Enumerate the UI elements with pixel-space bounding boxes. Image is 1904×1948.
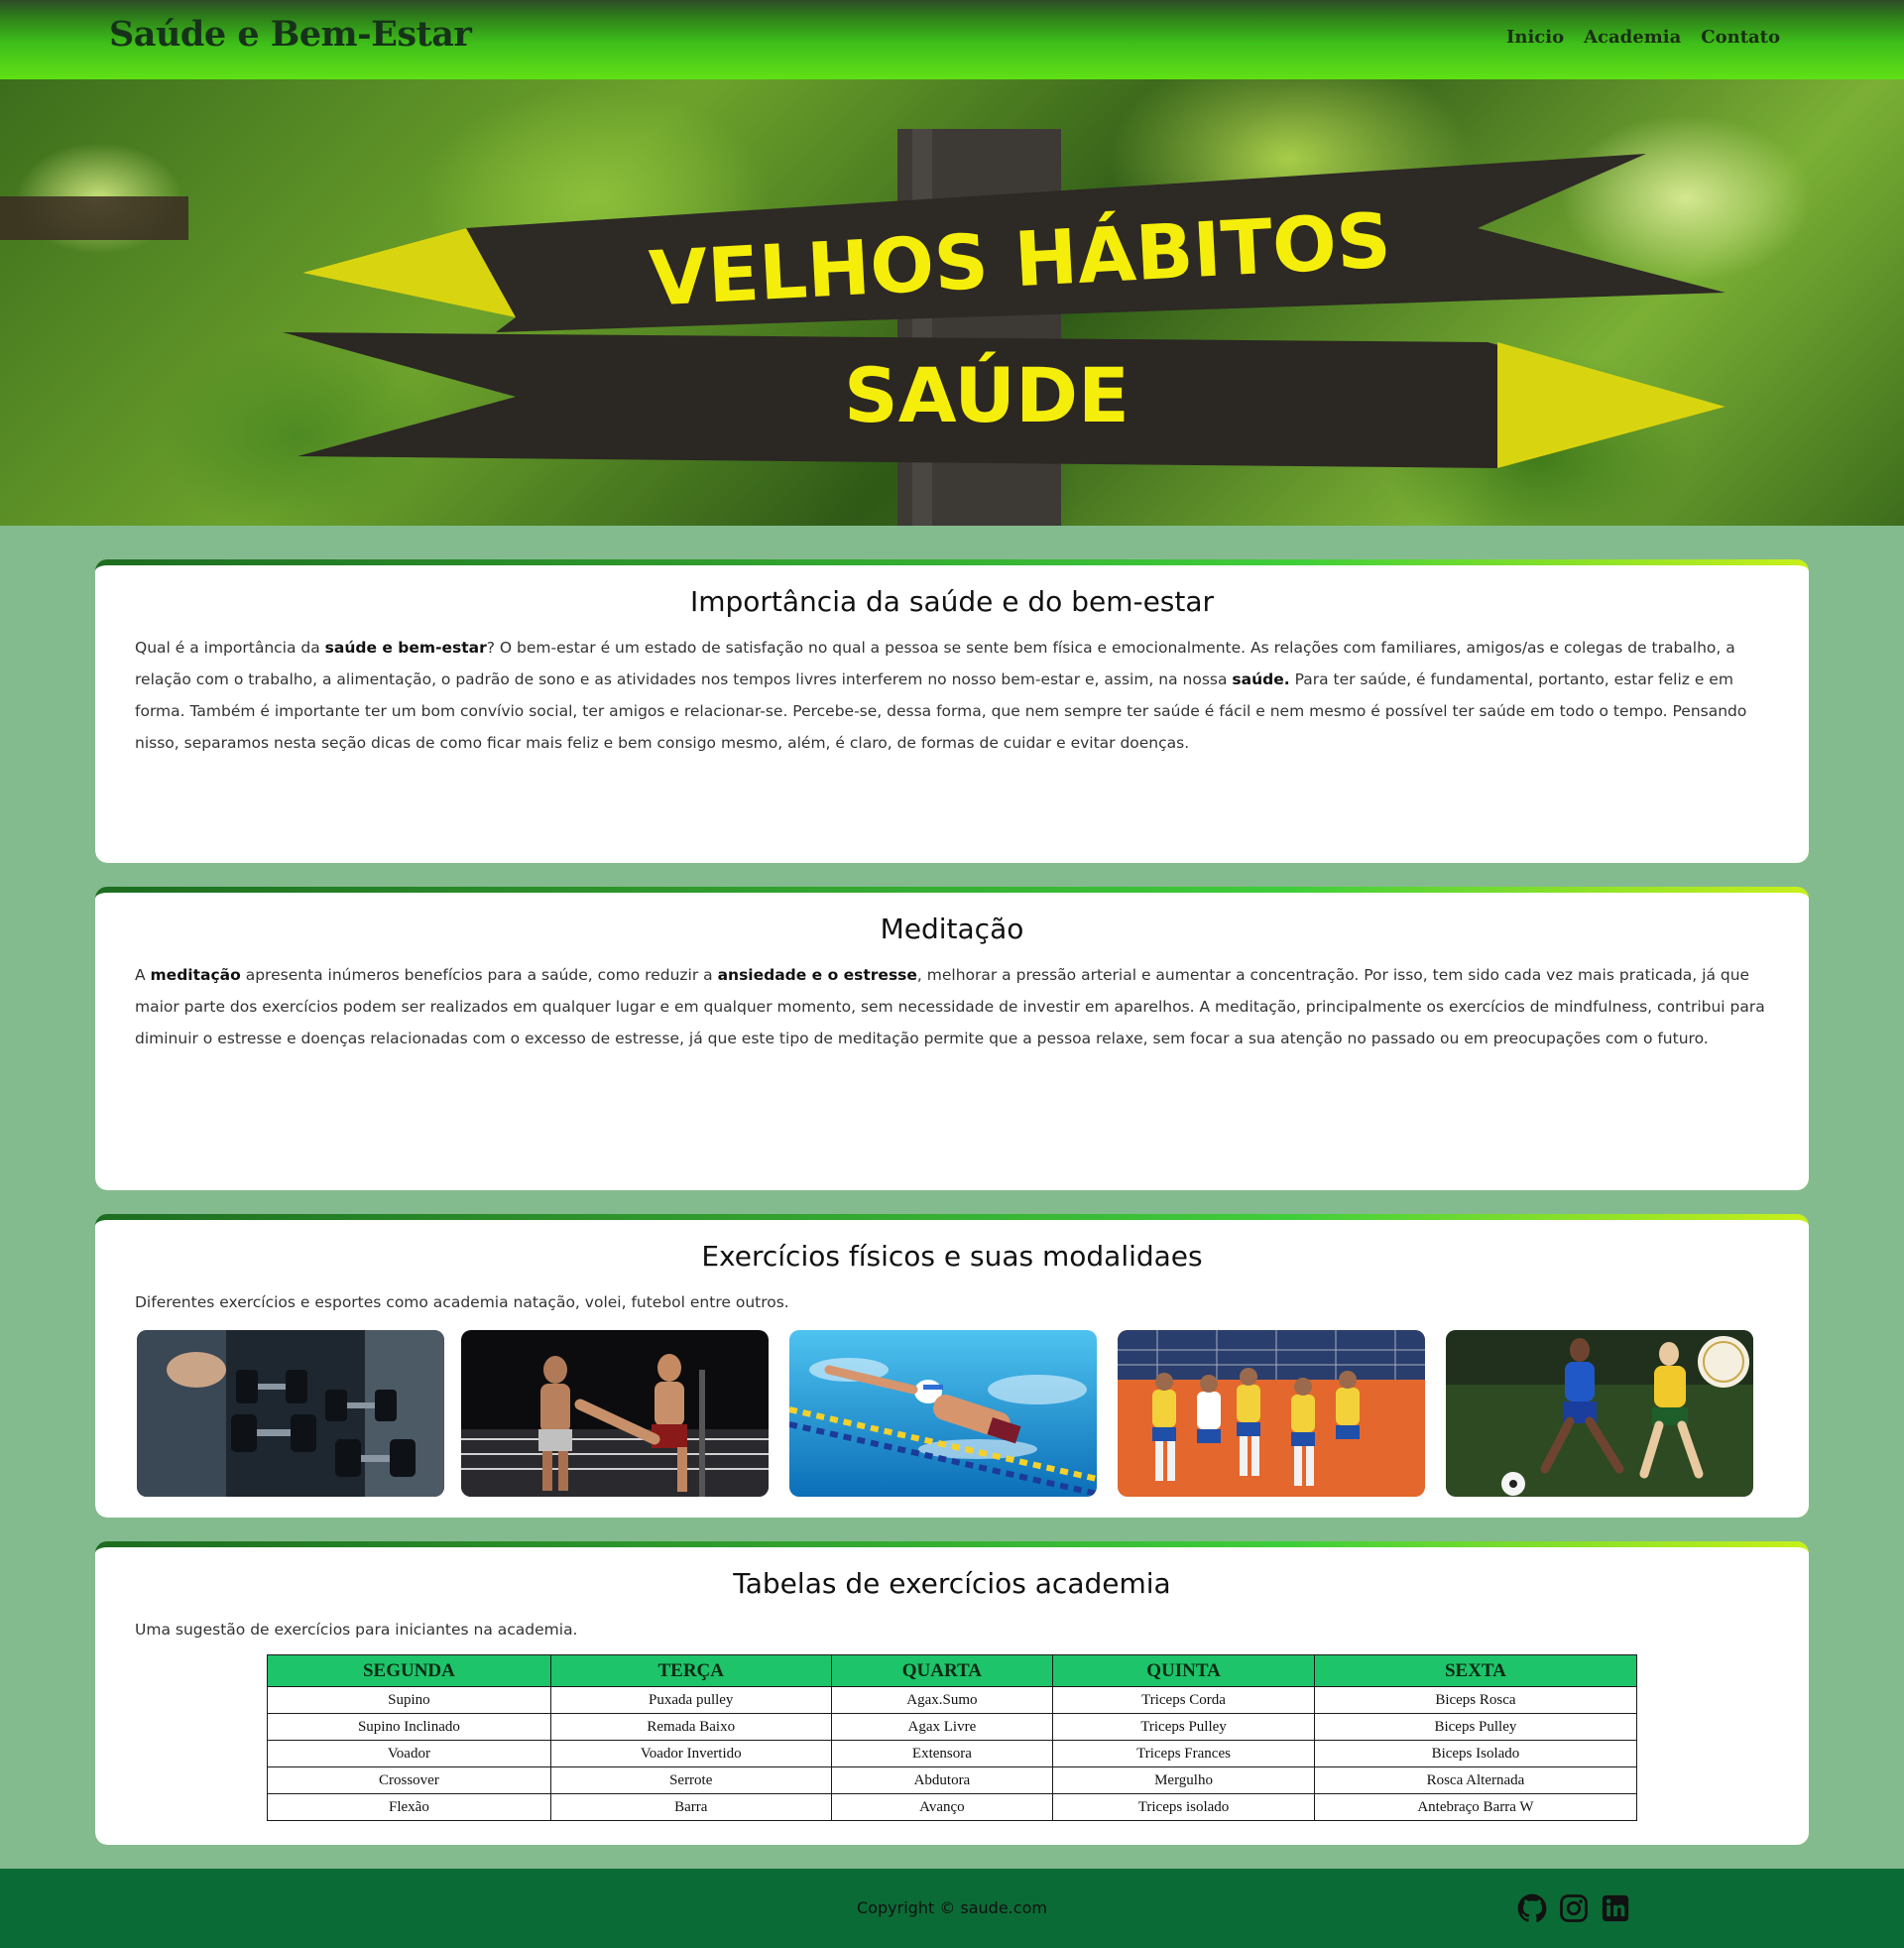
section-title: Meditação xyxy=(880,913,1024,945)
table-cell: Serrote xyxy=(549,1766,832,1794)
site-footer: Copyright © saude.com xyxy=(0,1869,1904,1948)
table-header-row: SEGUNDA TERÇA QUARTA QUINTA SEXTA xyxy=(267,1654,1638,1687)
table-row: Voador Voador Invertido Extensora Tricep… xyxy=(267,1740,1638,1767)
volleyball-photo[interactable] xyxy=(1118,1330,1425,1497)
emphasis-text: saúde e bem-estar xyxy=(324,639,487,657)
table-row: Supino Inclinado Remada Baixo Agax Livre… xyxy=(267,1713,1638,1741)
table-cell: Agax.Sumo xyxy=(830,1686,1054,1714)
main-nav: Inicio Academia Contato xyxy=(1506,27,1780,48)
section-title: Tabelas de exercícios academia xyxy=(733,1567,1171,1600)
section-paragraph: Diferentes exercícios e esportes como ac… xyxy=(135,1286,1769,1318)
table-cell: Voador Invertido xyxy=(549,1740,832,1767)
nav-link-academia[interactable]: Academia xyxy=(1584,27,1681,48)
section-exercises: Exercícios físicos e suas modalidaes Dif… xyxy=(95,1214,1809,1518)
table-cell: Biceps Rosca xyxy=(1313,1686,1638,1714)
table-cell: Antebraço Barra W xyxy=(1313,1793,1638,1821)
emphasis-text: ansiedade e o estresse xyxy=(717,966,917,984)
hero-banner: VELHOS HÁBITOS SAÚDE xyxy=(0,79,1904,526)
social-links xyxy=(1517,1893,1630,1923)
site-header: Saúde e Bem-Estar Inicio Academia Contat… xyxy=(0,0,1904,79)
section-title: Importância da saúde e do bem-estar xyxy=(689,585,1215,618)
table-cell: Abdutora xyxy=(830,1766,1054,1794)
table-row: Supino Puxada pulley Agax.Sumo Triceps C… xyxy=(267,1686,1638,1714)
table-header: QUARTA xyxy=(830,1654,1054,1687)
github-icon[interactable] xyxy=(1517,1893,1547,1923)
table-cell: Remada Baixo xyxy=(549,1713,832,1741)
table-cell: Rosca Alternada xyxy=(1313,1766,1638,1794)
section-workout-table: Tabelas de exercícios academia Uma suges… xyxy=(95,1541,1809,1845)
table-cell: Triceps Frances xyxy=(1052,1740,1315,1767)
football-photo[interactable] xyxy=(1446,1330,1753,1497)
sports-gallery xyxy=(137,1330,1763,1497)
section-paragraph: Uma sugestão de exercícios para iniciant… xyxy=(135,1614,1769,1645)
table-cell: Triceps Pulley xyxy=(1052,1713,1315,1741)
table-cell: Supino Inclinado xyxy=(267,1713,551,1741)
workout-table: SEGUNDA TERÇA QUARTA QUINTA SEXTA Supino… xyxy=(267,1654,1638,1821)
table-cell: Biceps Pulley xyxy=(1313,1713,1638,1741)
site-brand[interactable]: Saúde e Bem-Estar xyxy=(109,14,472,55)
linkedin-icon[interactable] xyxy=(1601,1893,1630,1923)
emphasis-text: saúde. xyxy=(1232,670,1290,688)
paragraph-text: Diferentes exercícios e esportes como ac… xyxy=(135,1293,789,1311)
section-importance: Importância da saúde e do bem-estar Qual… xyxy=(95,559,1809,863)
table-header: SEXTA xyxy=(1313,1654,1638,1687)
nav-link-contato[interactable]: Contato xyxy=(1701,27,1780,48)
table-cell: Triceps isolado xyxy=(1052,1793,1315,1821)
swimming-photo[interactable] xyxy=(789,1330,1097,1497)
table-cell: Supino xyxy=(267,1686,551,1714)
dumbbells-photo[interactable] xyxy=(137,1330,444,1497)
table-header: TERÇA xyxy=(549,1654,832,1687)
section-paragraph: A meditação apresenta inúmeros benefício… xyxy=(135,959,1769,1054)
table-row: Flexão Barra Avanço Triceps isolado Ante… xyxy=(267,1793,1638,1821)
kickboxing-photo[interactable] xyxy=(461,1330,769,1497)
table-cell: Agax Livre xyxy=(830,1713,1054,1741)
table-row: Crossover Serrote Abdutora Mergulho Rosc… xyxy=(267,1766,1638,1794)
table-header: SEGUNDA xyxy=(267,1654,551,1687)
table-cell: Voador xyxy=(267,1740,551,1767)
section-title: Exercícios físicos e suas modalidaes xyxy=(701,1240,1203,1273)
paragraph-text: A xyxy=(135,966,151,984)
section-meditation: Meditação A meditação apresenta inúmeros… xyxy=(95,887,1809,1190)
table-cell: Avanço xyxy=(830,1793,1054,1821)
sign-bottom-text: SAÚDE xyxy=(844,350,1130,439)
emphasis-text: meditação xyxy=(150,966,241,984)
table-header: QUINTA xyxy=(1052,1654,1315,1687)
table-cell: Crossover xyxy=(267,1766,551,1794)
section-paragraph: Qual é a importância da saúde e bem-esta… xyxy=(135,632,1769,759)
paragraph-text: Qual é a importância da xyxy=(135,639,325,657)
table-cell: Puxada pulley xyxy=(549,1686,832,1714)
table-cell: Flexão xyxy=(267,1793,551,1821)
table-cell: Mergulho xyxy=(1052,1766,1315,1794)
signpost-illustration: VELHOS HÁBITOS SAÚDE xyxy=(0,129,1726,526)
nav-link-inicio[interactable]: Inicio xyxy=(1506,27,1564,48)
table-cell: Extensora xyxy=(830,1740,1054,1767)
table-cell: Barra xyxy=(549,1793,832,1821)
table-cell: Triceps Corda xyxy=(1052,1686,1315,1714)
table-cell: Biceps Isolado xyxy=(1313,1740,1638,1767)
instagram-icon[interactable] xyxy=(1559,1893,1589,1923)
paragraph-text: Uma sugestão de exercícios para iniciant… xyxy=(135,1621,578,1639)
paragraph-text: apresenta inúmeros benefícios para a saú… xyxy=(240,966,718,984)
